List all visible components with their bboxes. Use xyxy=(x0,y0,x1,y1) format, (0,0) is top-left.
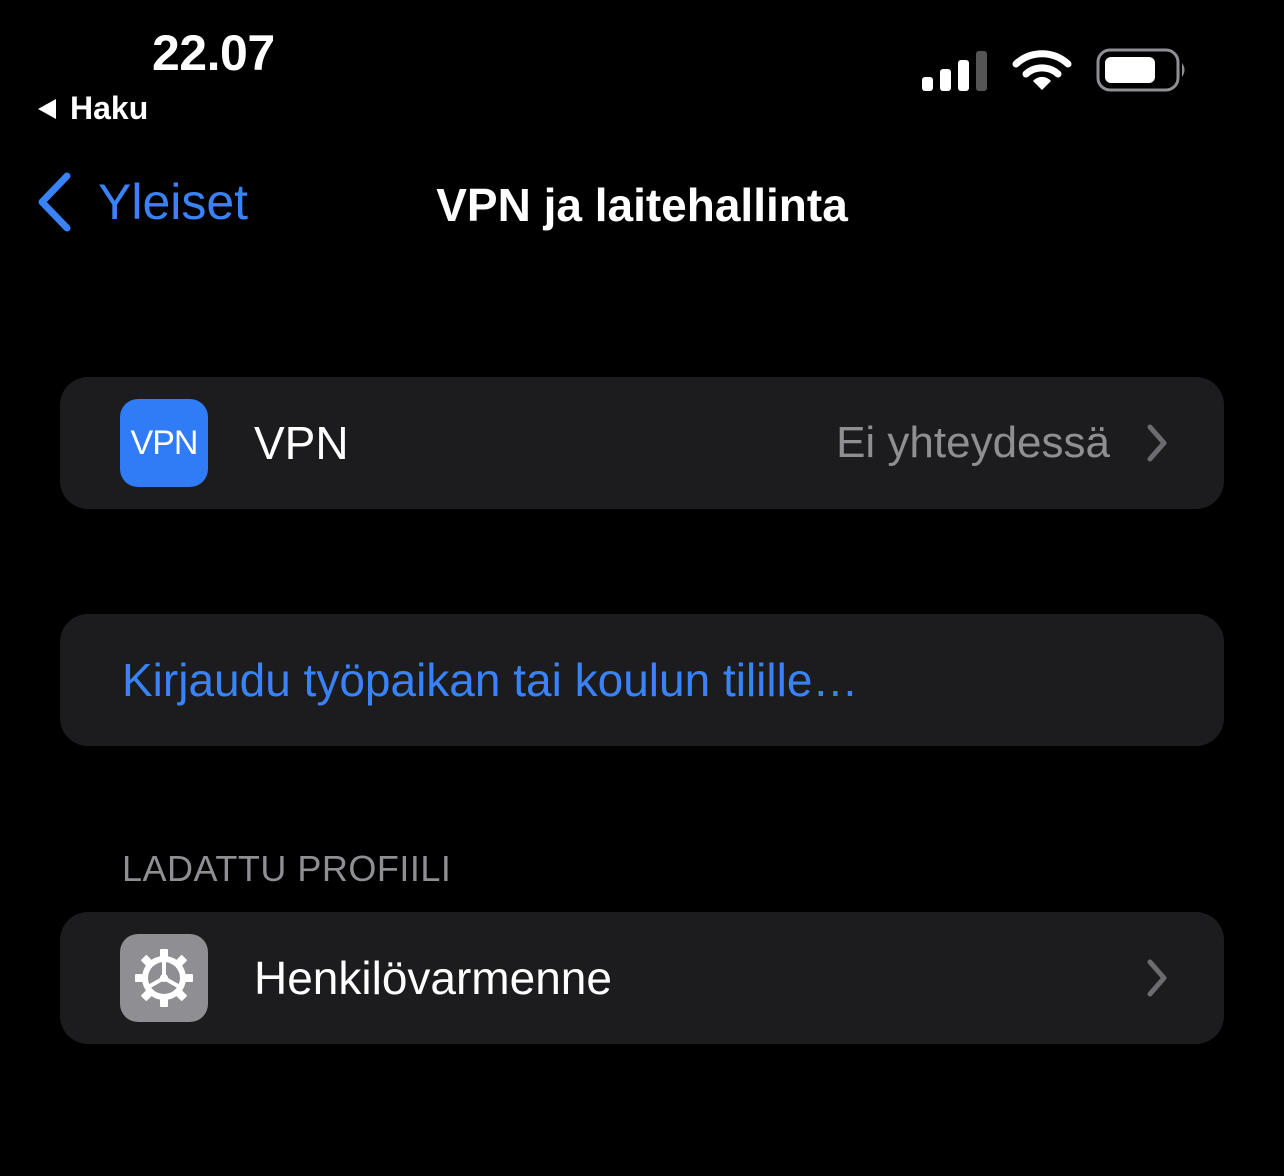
cellular-signal-icon xyxy=(922,51,987,91)
signin-group: Kirjaudu työpaikan tai koulun tilille… xyxy=(60,614,1224,746)
status-icons xyxy=(922,48,1188,92)
signin-row[interactable]: Kirjaudu työpaikan tai koulun tilille… xyxy=(60,614,1224,746)
section-header-downloaded-profile: LADATTU PROFIILI xyxy=(122,848,452,889)
chevron-right-icon xyxy=(1146,424,1168,462)
wifi-icon xyxy=(1012,50,1072,90)
battery-icon xyxy=(1096,48,1185,92)
profile-row[interactable]: Henkilövarmenne xyxy=(60,912,1224,1044)
vpn-group: VPN VPN Ei yhteydessä xyxy=(60,377,1224,509)
gear-icon xyxy=(120,934,208,1022)
profile-row-label: Henkilövarmenne xyxy=(254,952,612,1004)
return-app-label: Haku xyxy=(70,90,149,126)
vpn-row[interactable]: VPN VPN Ei yhteydessä xyxy=(60,377,1224,509)
chevron-right-icon xyxy=(1146,959,1168,997)
status-time: 22.07 xyxy=(152,25,275,81)
vpn-row-label: VPN xyxy=(254,417,349,469)
vpn-icon: VPN xyxy=(120,399,208,487)
page-title: VPN ja laitehallinta xyxy=(436,179,848,231)
profile-group: Henkilövarmenne xyxy=(60,912,1224,1044)
signin-link[interactable]: Kirjaudu työpaikan tai koulun tilille… xyxy=(122,653,858,707)
back-triangle-icon xyxy=(38,98,56,119)
screen: 22.07 Haku Yleiset VPN ja laitehallinta … xyxy=(0,0,1284,1176)
vpn-status-value: Ei yhteydessä xyxy=(836,418,1110,467)
return-to-app-button[interactable]: Haku xyxy=(38,90,148,127)
